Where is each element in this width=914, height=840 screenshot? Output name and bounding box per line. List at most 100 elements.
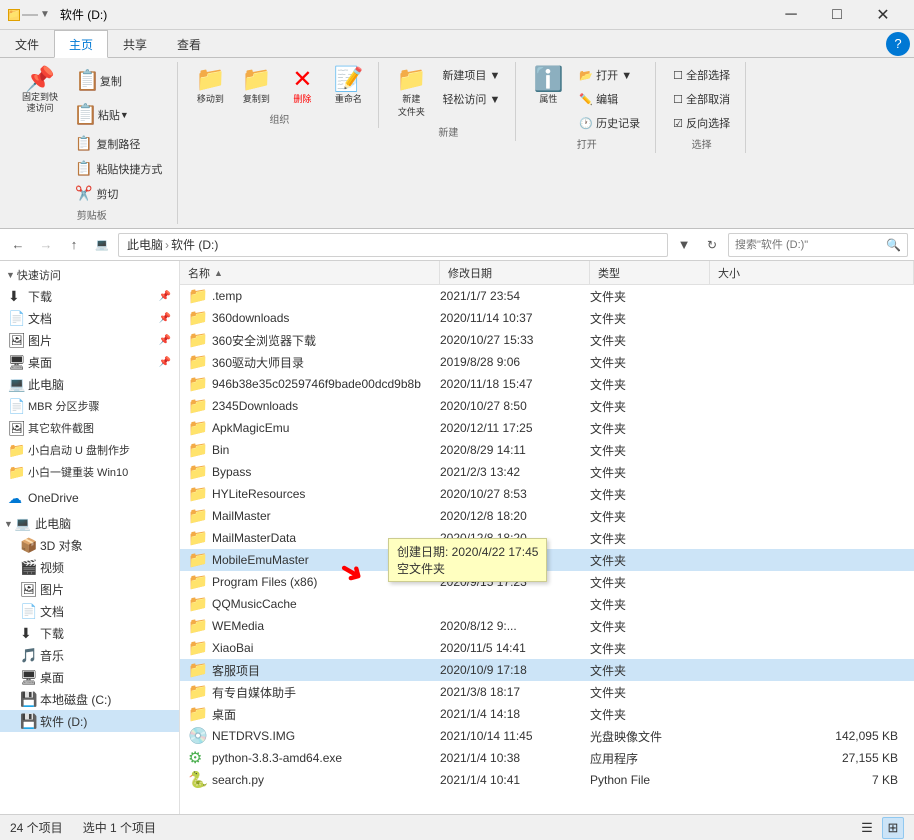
table-row[interactable]: 📁 客服项目 2020/10/9 17:18 文件夹 — [180, 659, 914, 681]
deselect-all-button[interactable]: ☐ 全部取消 — [666, 88, 737, 110]
file-icon: 📁 — [188, 286, 208, 306]
table-row[interactable]: 📁 QQMusicCache 文件夹 — [180, 593, 914, 615]
col-header-size[interactable]: 大小 — [710, 261, 914, 284]
table-row[interactable]: 📁 HYLiteResources 2020/10/27 8:53 文件夹 — [180, 483, 914, 505]
delete-button[interactable]: ✕ 删除 — [280, 64, 324, 109]
refresh-button[interactable]: ↻ — [700, 233, 724, 257]
sidebar-item-reinstall[interactable]: 📁 小白一键重装 Win10 — [0, 461, 179, 483]
open-right: 📂 打开 ▼ ✏️ 编辑 🕐 历史记录 — [572, 64, 647, 134]
sidebar-item-videos[interactable]: 🎬 视频 — [0, 556, 179, 578]
file-name: Bypass — [208, 465, 440, 479]
quick-access-toolbar[interactable] — [22, 14, 38, 16]
copy-to-button[interactable]: 📁 复制到 — [234, 64, 278, 109]
properties-button[interactable]: ℹ️ 属性 — [526, 64, 570, 109]
edit-button[interactable]: ✏️ 编辑 — [572, 88, 647, 110]
sidebar-item-pics[interactable]: 🖼 图片 — [0, 578, 179, 600]
search-input[interactable] — [735, 239, 886, 251]
col-header-name[interactable]: 名称 ▲ — [180, 261, 440, 284]
table-row[interactable]: 💿 NETDRVS.IMG 2021/10/14 11:45 光盘映像文件 14… — [180, 725, 914, 747]
table-row[interactable]: 📁 有专自媒体助手 2021/3/8 18:17 文件夹 — [180, 681, 914, 703]
table-row[interactable]: 📁 946b38e35c0259746f9bade00dcd9b8b 2020/… — [180, 373, 914, 395]
paste-shortcut-icon: 📋 — [75, 160, 92, 177]
toolbar-dropdown[interactable]: ▼ — [40, 9, 50, 20]
select-all-button[interactable]: ☐ 全部选择 — [666, 64, 737, 86]
pin-to-quick-access-button[interactable]: 📌 固定到快速访问 — [14, 64, 66, 118]
col-header-date[interactable]: 修改日期 — [440, 261, 590, 284]
sidebar-item-c[interactable]: 💾 本地磁盘 (C:) — [0, 688, 179, 710]
file-date: 2021/1/4 14:18 — [440, 707, 590, 721]
item-count: 24 个项目 — [10, 819, 63, 836]
paste-shortcut-button[interactable]: 📋 粘贴快捷方式 — [68, 157, 169, 180]
table-row[interactable]: 📁 360驱动大师目录 2019/8/28 9:06 文件夹 — [180, 351, 914, 373]
history-button[interactable]: 🕐 历史记录 — [572, 112, 647, 134]
table-row[interactable]: 📁 MailMaster 2020/12/8 18:20 文件夹 — [180, 505, 914, 527]
table-row[interactable]: 📁 ApkMagicEmu 2020/12/11 17:25 文件夹 — [180, 417, 914, 439]
up-button[interactable]: ↑ — [62, 233, 86, 257]
cut-button[interactable]: ✂️ 剪切 — [68, 182, 169, 205]
rename-button[interactable]: 📝 重命名 — [326, 64, 370, 109]
sidebar-item-onedrive[interactable]: ☁ OneDrive — [0, 487, 179, 509]
table-row[interactable]: 📁 桌面 2021/1/4 14:18 文件夹 — [180, 703, 914, 725]
paste-button[interactable]: 📋 粘贴 ▼ — [68, 99, 169, 130]
table-row[interactable]: 📁 360安全浏览器下载 2020/10/27 15:33 文件夹 — [180, 329, 914, 351]
table-row[interactable]: 📁 Bin 2020/8/29 14:11 文件夹 — [180, 439, 914, 461]
file-icon: ⚙ — [188, 748, 208, 768]
quick-access-header[interactable]: ▼ 快速访问 — [0, 265, 179, 285]
sidebar-item-music[interactable]: 🎵 音乐 — [0, 644, 179, 666]
sidebar-item-usb[interactable]: 📁 小白启动 U 盘制作步 — [0, 439, 179, 461]
table-row[interactable]: 📁 .temp 2021/1/7 23:54 文件夹 — [180, 285, 914, 307]
path-dropdown-button[interactable]: ▼ — [672, 233, 696, 257]
forward-button[interactable]: → — [34, 233, 58, 257]
table-row[interactable]: 📁 Bypass 2021/2/3 13:42 文件夹 — [180, 461, 914, 483]
sidebar-item-mbr[interactable]: 📄 MBR 分区步骤 — [0, 395, 179, 417]
sidebar-item-docs[interactable]: 📄 文档 — [0, 600, 179, 622]
close-button[interactable]: ✕ — [860, 0, 906, 30]
sidebar-item-download[interactable]: ⬇ 下载 📌 — [0, 285, 179, 307]
table-row[interactable]: 📁 WEMedia 2020/8/12 9:... 文件夹 — [180, 615, 914, 637]
minimize-button[interactable]: ─ — [768, 0, 814, 30]
tab-file[interactable]: 文件 — [0, 30, 54, 58]
sidebar-item-dsk[interactable]: 🖥 桌面 — [0, 666, 179, 688]
tab-share[interactable]: 共享 — [108, 30, 162, 58]
file-date: 2020/10/27 15:33 — [440, 333, 590, 347]
easy-access-button[interactable]: 轻松访问 ▼ — [435, 88, 507, 110]
sidebar-dsk-label: 桌面 — [40, 669, 171, 686]
file-name: QQMusicCache — [208, 597, 440, 611]
new-item-button[interactable]: 新建项目 ▼ — [435, 64, 507, 86]
sidebar-item-documents[interactable]: 📄 文档 📌 — [0, 307, 179, 329]
copy-button[interactable]: 📋 复制 — [68, 64, 169, 97]
copy-path-button[interactable]: 📋 复制路径 — [68, 132, 169, 155]
recent-locations-button[interactable]: 💻 — [90, 233, 114, 257]
back-button[interactable]: ← — [6, 233, 30, 257]
table-row[interactable]: 📁 360downloads 2020/11/14 10:37 文件夹 — [180, 307, 914, 329]
this-pc-header[interactable]: ▼ 💻 此电脑 — [0, 513, 179, 534]
table-row[interactable]: 📁 2345Downloads 2020/10/27 8:50 文件夹 — [180, 395, 914, 417]
sidebar-item-3d[interactable]: 📦 3D 对象 — [0, 534, 179, 556]
sidebar-item-d[interactable]: 💾 软件 (D:) — [0, 710, 179, 732]
large-icons-view-button[interactable]: ⊞ — [882, 817, 904, 839]
sidebar-item-this-pc-quick[interactable]: 💻 此电脑 — [0, 373, 179, 395]
col-header-type[interactable]: 类型 — [590, 261, 710, 284]
file-icon: 📁 — [188, 550, 208, 570]
sidebar-item-screenshot[interactable]: 🖼 其它软件截图 — [0, 417, 179, 439]
tab-view[interactable]: 查看 — [162, 30, 216, 58]
new-folder-button[interactable]: 📁 新建文件夹 — [389, 64, 433, 122]
table-row[interactable]: ⚙ python-3.8.3-amd64.exe 2021/1/4 10:38 … — [180, 747, 914, 769]
organize-label: 组织 — [269, 109, 289, 126]
desktop-pin: 📌 — [159, 357, 171, 368]
invert-selection-button[interactable]: ☑ 反向选择 — [666, 112, 737, 134]
sidebar-item-pictures[interactable]: 🖼 图片 📌 — [0, 329, 179, 351]
search-box[interactable]: 🔍 — [728, 233, 908, 257]
maximize-button[interactable]: □ — [814, 0, 860, 30]
tab-home[interactable]: 主页 — [54, 30, 108, 58]
address-path[interactable]: 此电脑 › 软件 (D:) — [118, 233, 668, 257]
sidebar-item-dl[interactable]: ⬇ 下载 — [0, 622, 179, 644]
details-view-button[interactable]: ☰ — [856, 817, 878, 839]
help-button[interactable]: ? — [886, 32, 910, 56]
table-row[interactable]: 📁 XiaoBai 2020/11/5 14:41 文件夹 — [180, 637, 914, 659]
open-button[interactable]: 📂 打开 ▼ — [572, 64, 647, 86]
file-date: 2020/10/27 8:53 — [440, 487, 590, 501]
table-row[interactable]: 🐍 search.py 2021/1/4 10:41 Python File 7… — [180, 769, 914, 791]
sidebar-item-desktop[interactable]: 🖥 桌面 📌 — [0, 351, 179, 373]
move-to-button[interactable]: 📁 移动到 — [188, 64, 232, 109]
